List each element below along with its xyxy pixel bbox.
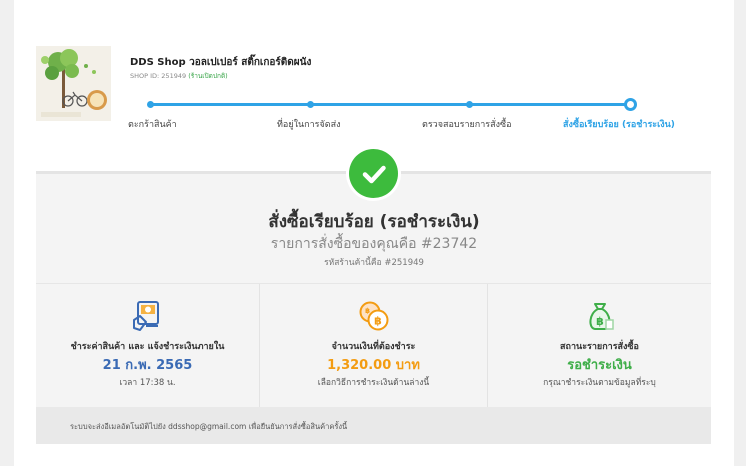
svg-text:฿: ฿ bbox=[374, 315, 382, 328]
step-label-complete: สั่งซื้อเรียบร้อย (รอชำระเงิน) bbox=[563, 120, 675, 130]
shop-id-label: SHOP ID: 251949 bbox=[130, 72, 187, 80]
amount-due-block: ฿ ฿ จำนวนเงินที่ต้องชำระ 1,320.00 บาท เล… bbox=[259, 284, 487, 408]
progress-line bbox=[150, 102, 630, 106]
success-check-icon bbox=[349, 149, 398, 198]
step-dot-address bbox=[307, 100, 314, 108]
order-status-block: ฿ สถานะรายการสั่งซื้อ รอชำระเงิน กรุณาชำ… bbox=[487, 284, 711, 408]
order-status-title: สั่งซื้อเรียบร้อย (รอชำระเงิน) bbox=[268, 212, 480, 232]
shop-status: (ร้านเปิดปกติ) bbox=[188, 72, 228, 80]
payment-deadline-icon bbox=[132, 300, 164, 332]
shop-logo-image[interactable] bbox=[36, 46, 111, 121]
step-label-review: ตรวจสอบรายการสั่งซื้อ bbox=[422, 120, 512, 130]
payment-deadline-time: เวลา 17:38 น. bbox=[119, 378, 176, 388]
step-dot-review bbox=[466, 100, 473, 108]
shop-code: รหัสร้านค้านี้คือ #251949 bbox=[324, 258, 424, 268]
svg-text:฿: ฿ bbox=[365, 307, 370, 315]
shop-name[interactable]: DDS Shop วอลเปเปอร์ สติ๊กเกอร์ติดผนัง bbox=[130, 55, 311, 70]
coins-icon: ฿ ฿ bbox=[358, 300, 390, 332]
step-dot-complete bbox=[624, 98, 637, 111]
step-dot-cart bbox=[147, 100, 154, 108]
order-info-row: ชำระค่าสินค้า และ แจ้งชำระเงินภายใน 21 ก… bbox=[36, 283, 711, 408]
payment-deadline-block: ชำระค่าสินค้า และ แจ้งชำระเงินภายใน 21 ก… bbox=[36, 284, 259, 408]
payment-deadline-date: 21 ก.พ. 2565 bbox=[102, 358, 193, 373]
order-status-value: รอชำระเงิน bbox=[567, 358, 632, 373]
svg-text:฿: ฿ bbox=[596, 315, 604, 328]
step-label-cart: ตะกร้าสินค้า bbox=[128, 120, 177, 130]
step-label-address: ที่อยู่ในการจัดส่ง bbox=[277, 120, 341, 130]
order-status-label: สถานะรายการสั่งซื้อ bbox=[560, 342, 639, 352]
shop-id: SHOP ID: 251949 (ร้านเปิดปกติ) bbox=[130, 71, 228, 81]
email-notice-bar: ระบบจะส่งอีเมลอัตโนมัติไปยัง ddsshop@gma… bbox=[36, 407, 711, 444]
money-bag-icon: ฿ bbox=[584, 300, 616, 332]
order-status-hint: กรุณาชำระเงินตามข้อมูลที่ระบุ bbox=[543, 378, 656, 388]
payment-deadline-label: ชำระค่าสินค้า และ แจ้งชำระเงินภายใน bbox=[70, 342, 225, 352]
amount-due-hint: เลือกวิธีการชำระเงินด้านล่างนี้ bbox=[317, 378, 430, 388]
amount-due-value: 1,320.00 บาท bbox=[327, 358, 420, 373]
order-complete-card: DDS Shop วอลเปเปอร์ สติ๊กเกอร์ติดผนัง SH… bbox=[14, 0, 734, 466]
order-number: รายการสั่งซื้อของคุณคือ #23742 bbox=[270, 236, 478, 252]
tree-wallpaper-illustration bbox=[36, 46, 111, 121]
amount-due-label: จำนวนเงินที่ต้องชำระ bbox=[331, 342, 416, 352]
email-notice-text: ระบบจะส่งอีเมลอัตโนมัติไปยัง ddsshop@gma… bbox=[70, 422, 348, 431]
